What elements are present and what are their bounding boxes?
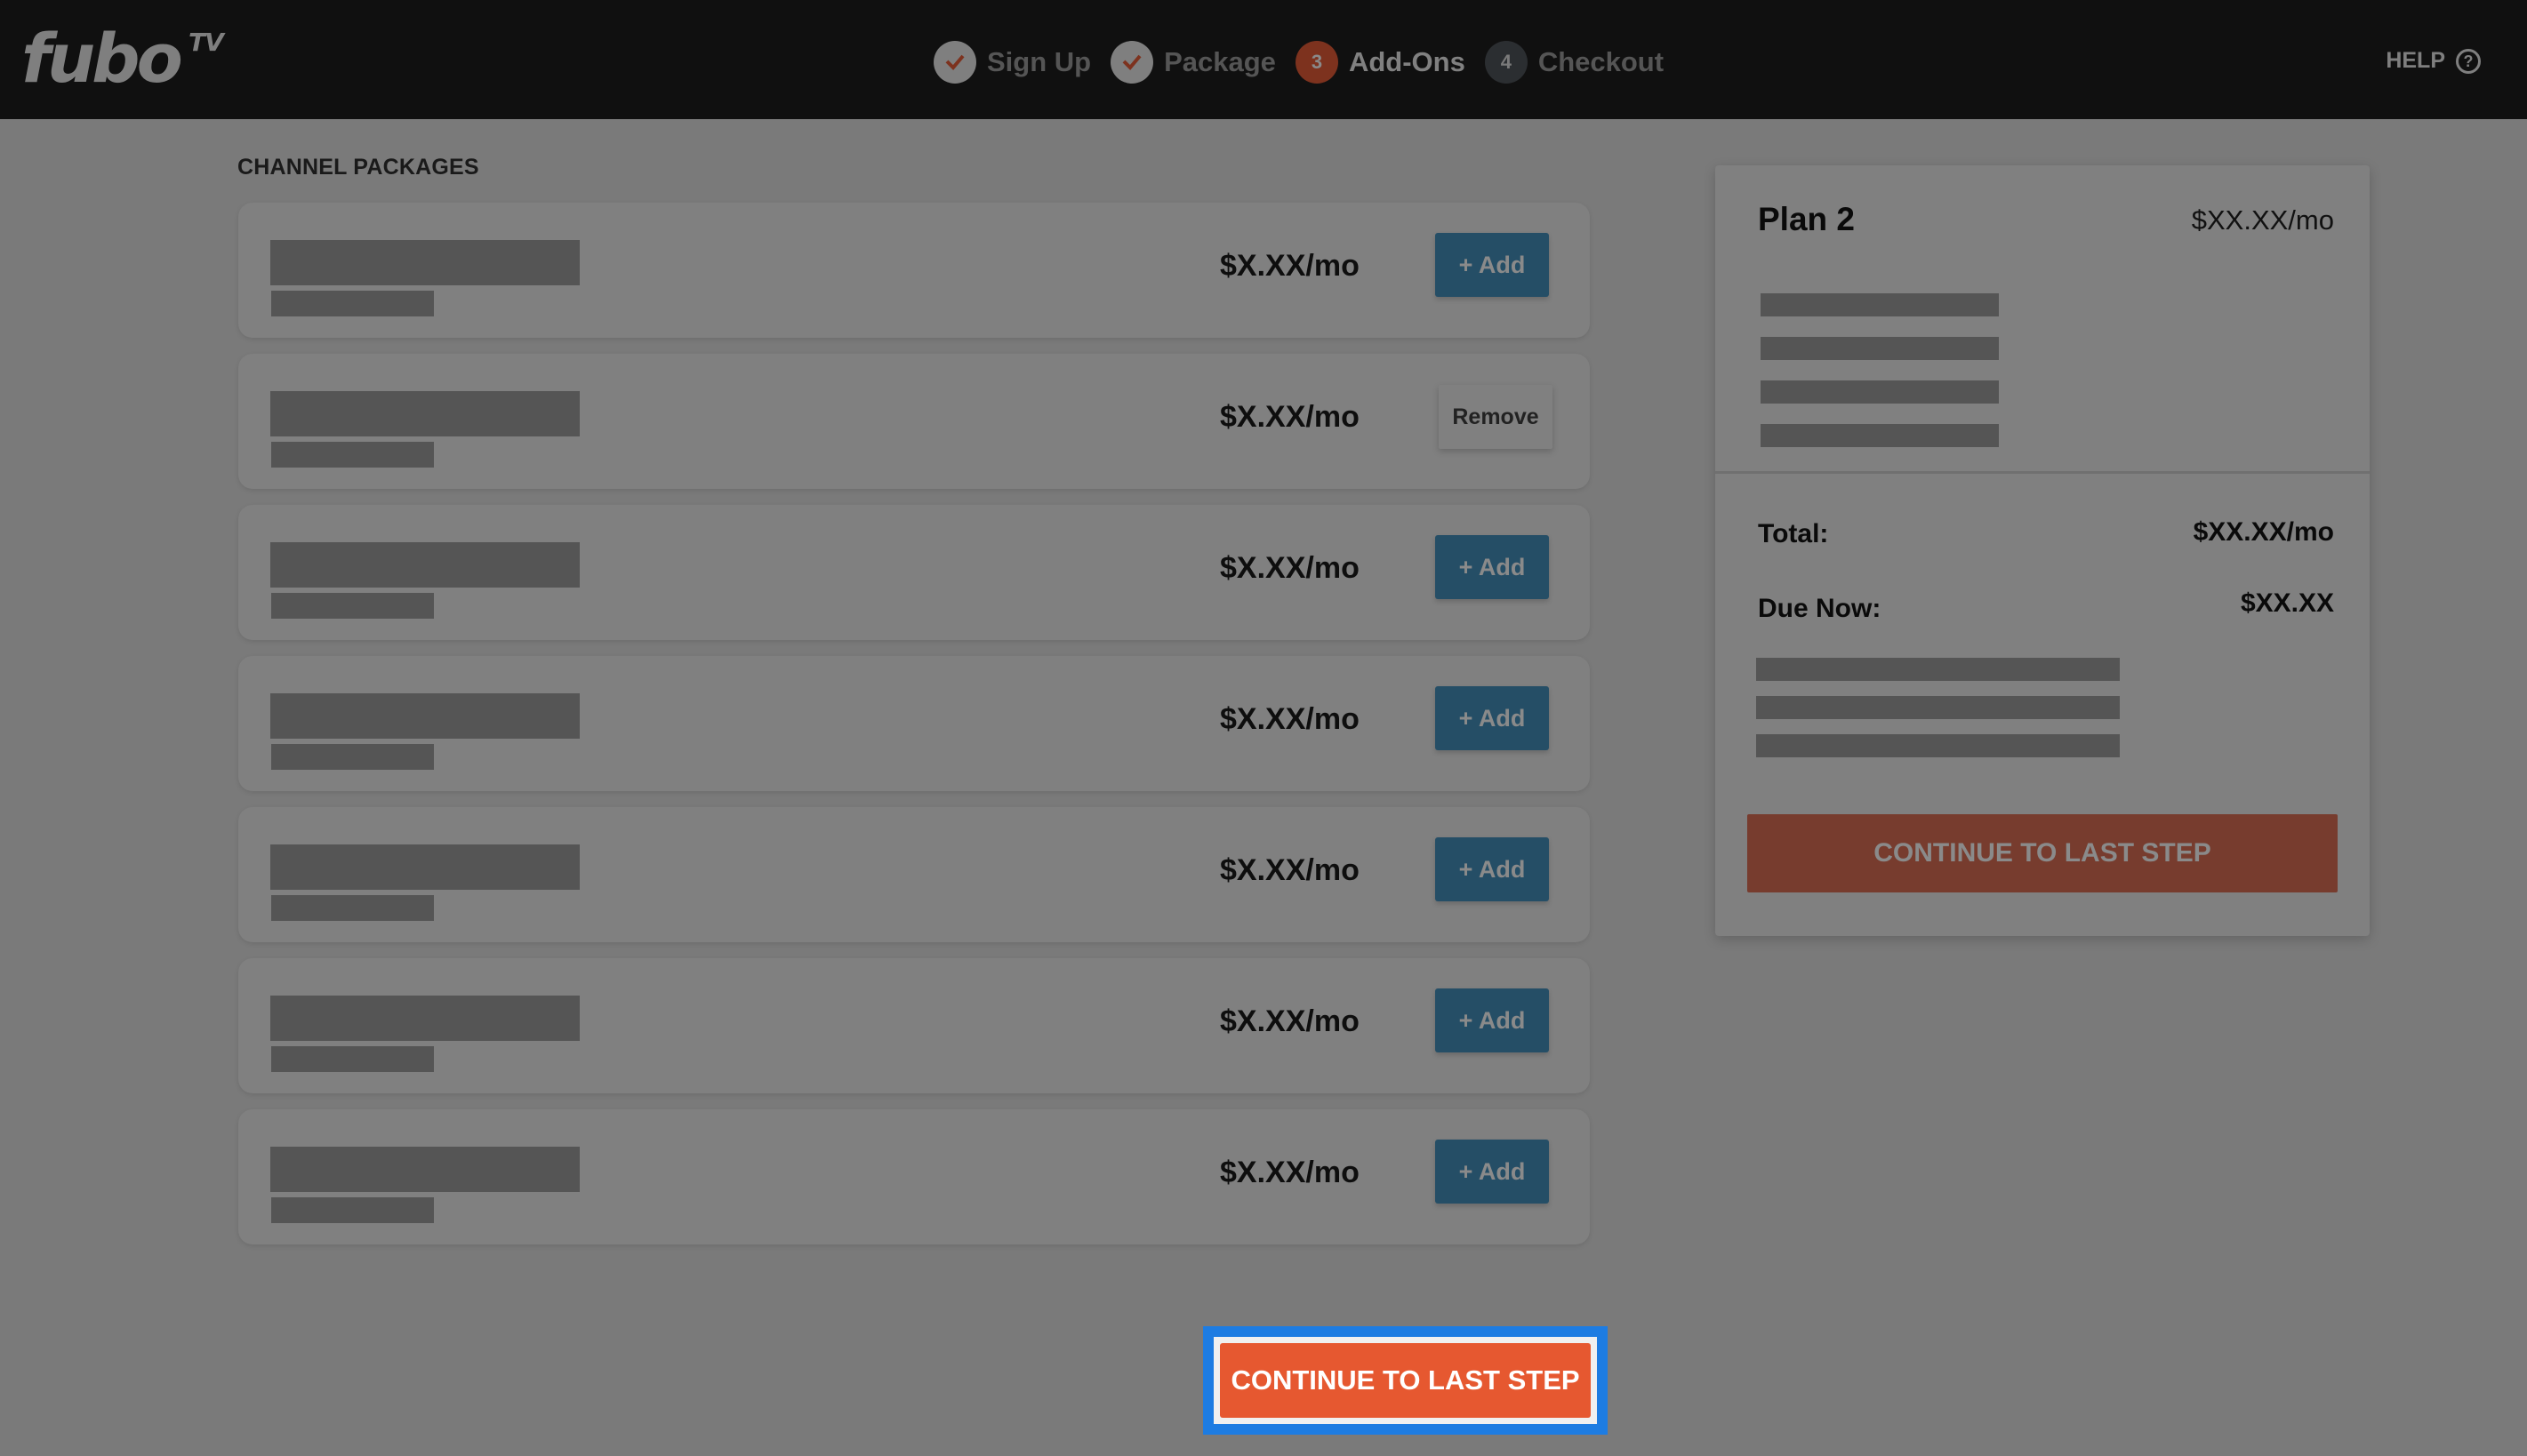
plan-feature-placeholder	[1761, 337, 1999, 360]
package-name-placeholder	[270, 542, 580, 588]
step-package: Package	[1111, 41, 1276, 84]
add-package-button[interactable]: + Add	[1435, 837, 1549, 901]
step-add-ons: 3 Add-Ons	[1295, 41, 1465, 84]
continue-to-last-step-button[interactable]: CONTINUE TO LAST STEP	[1220, 1343, 1591, 1418]
plan-price: $XX.XX/mo	[2191, 204, 2334, 236]
plan-feature-placeholder	[1761, 293, 1999, 316]
package-price: $X.XX/mo	[1220, 249, 1360, 283]
step-number-badge: 4	[1484, 41, 1528, 84]
channel-package-list: $X.XX/mo + Add $X.XX/mo Remove $X.XX/mo …	[238, 203, 1590, 1260]
package-price: $X.XX/mo	[1220, 400, 1360, 434]
disclaimer-placeholder	[1756, 658, 2120, 681]
plan-feature-placeholder	[1761, 380, 1999, 404]
due-now-value: $XX.XX	[2240, 588, 2334, 618]
total-label: Total:	[1758, 519, 1829, 548]
plan-summary-card: Plan 2 $XX.XX/mo Total: $XX.XX/mo Due No…	[1715, 165, 2370, 936]
logo-wordmark: fubo	[21, 19, 183, 98]
disclaimer-placeholder	[1756, 734, 2120, 757]
package-row: $X.XX/mo + Add	[238, 958, 1590, 1093]
package-row: $X.XX/mo + Add	[238, 656, 1590, 791]
package-price: $X.XX/mo	[1220, 853, 1360, 887]
checkout-stepper: Sign Up Package 3 Add-Ons 4 Checkout	[934, 41, 1683, 84]
package-name-placeholder	[270, 844, 580, 890]
package-row: $X.XX/mo + Add	[238, 807, 1590, 942]
summary-continue-button[interactable]: CONTINUE TO LAST STEP	[1747, 814, 2338, 892]
package-row: $X.XX/mo + Add	[238, 505, 1590, 640]
package-detail-placeholder	[271, 1197, 434, 1223]
checkmark-icon	[1122, 54, 1142, 70]
step-checkout: 4 Checkout	[1484, 41, 1665, 84]
logo-tv-superscript: TV	[189, 28, 224, 57]
plan-name: Plan 2	[1758, 201, 1855, 237]
top-header: fubo TV Sign Up Package 3 Add-Ons 4 Chec…	[0, 0, 2527, 119]
package-name-placeholder	[270, 1147, 580, 1192]
package-detail-placeholder	[271, 1046, 434, 1072]
add-package-button[interactable]: + Add	[1435, 686, 1549, 750]
step-sign-up: Sign Up	[934, 41, 1091, 84]
step-complete-icon	[1111, 41, 1154, 84]
plan-feature-placeholder	[1761, 424, 1999, 447]
disclaimer-placeholder	[1756, 696, 2120, 719]
package-detail-placeholder	[271, 895, 434, 921]
question-circle-icon: ?	[2456, 48, 2481, 74]
step-label: Sign Up	[987, 46, 1092, 77]
step-label: Checkout	[1537, 46, 1665, 77]
help-link[interactable]: HELP ?	[2386, 48, 2481, 74]
package-detail-placeholder	[271, 291, 434, 316]
package-detail-placeholder	[271, 593, 434, 619]
step-label: Add-Ons	[1348, 46, 1465, 77]
package-price: $X.XX/mo	[1220, 1004, 1360, 1038]
package-name-placeholder	[270, 391, 580, 436]
add-package-button[interactable]: + Add	[1435, 1140, 1549, 1204]
package-detail-placeholder	[271, 744, 434, 770]
package-detail-placeholder	[271, 442, 434, 468]
due-now-label: Due Now:	[1758, 594, 1881, 623]
package-name-placeholder	[270, 996, 580, 1041]
step-number-badge: 3	[1295, 41, 1338, 84]
package-row: $X.XX/mo + Add	[238, 203, 1590, 338]
package-price: $X.XX/mo	[1220, 551, 1360, 585]
add-package-button[interactable]: + Add	[1435, 535, 1549, 599]
package-name-placeholder	[270, 693, 580, 739]
package-price: $X.XX/mo	[1220, 1156, 1360, 1189]
add-package-button[interactable]: + Add	[1435, 233, 1549, 297]
package-price: $X.XX/mo	[1220, 702, 1360, 736]
step-label: Package	[1164, 46, 1276, 77]
package-row: $X.XX/mo Remove	[238, 354, 1590, 489]
checkmark-icon	[945, 54, 965, 70]
focus-highlight: CONTINUE TO LAST STEP	[1203, 1326, 1608, 1435]
total-value: $XX.XX/mo	[2193, 517, 2334, 547]
section-title: CHANNEL PACKAGES	[237, 155, 479, 180]
fubotv-logo[interactable]: fubo TV	[21, 25, 224, 92]
step-complete-icon	[934, 41, 976, 84]
help-label: HELP	[2386, 48, 2445, 73]
package-name-placeholder	[270, 240, 580, 285]
summary-divider	[1715, 471, 2370, 474]
package-row: $X.XX/mo + Add	[238, 1109, 1590, 1244]
remove-package-button[interactable]: Remove	[1439, 385, 1552, 449]
add-package-button[interactable]: + Add	[1435, 988, 1549, 1052]
focus-highlight-inner: CONTINUE TO LAST STEP	[1214, 1337, 1597, 1424]
